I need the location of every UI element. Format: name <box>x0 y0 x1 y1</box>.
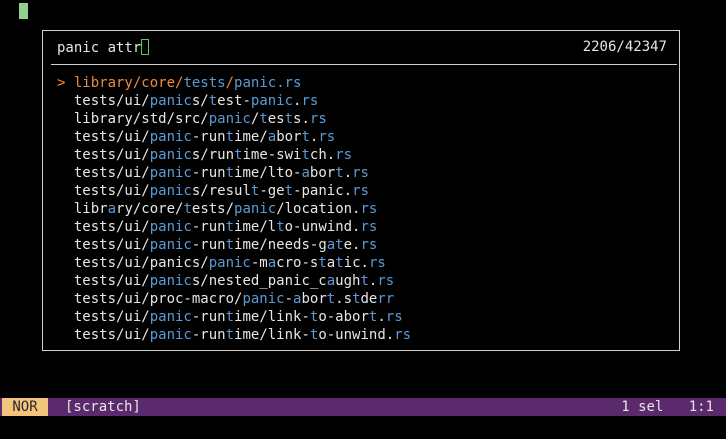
picker-divider <box>51 64 677 65</box>
selection-marker <box>57 183 74 199</box>
result-path: tests/ui/panics/test-panic.rs <box>73 93 319 109</box>
match-count: 2206/42347 <box>582 39 667 55</box>
selection-count: 1 sel <box>621 399 664 415</box>
search-input[interactable]: panic attr <box>57 38 150 56</box>
result-path: tests/ui/panics/nested_panic_caught.rs <box>73 273 395 289</box>
picker-query-text: panic attr <box>57 39 142 56</box>
selection-marker <box>57 237 74 253</box>
selection-marker <box>57 255 74 271</box>
results-list[interactable]: > library/core/tests/panic.rs tests/ui/p… <box>57 74 669 344</box>
selection-marker <box>57 147 74 163</box>
result-item[interactable]: tests/ui/proc-macro/panic-abort.stderr <box>57 290 669 308</box>
result-path: tests/ui/panic-runtime/lto-unwind.rs <box>73 219 378 235</box>
mode-indicator: NOR <box>2 398 48 416</box>
result-path: tests/ui/panics/panic-macro-static.rs <box>73 255 386 271</box>
file-picker[interactable]: panic attr 2206/42347 > library/core/tes… <box>42 30 680 351</box>
result-path: tests/ui/panic-runtime/needs-gate.rs <box>73 237 378 253</box>
result-item[interactable]: library/std/src/panic/tests.rs <box>57 110 669 128</box>
selection-marker <box>57 219 74 235</box>
result-path: tests/ui/panic-runtime/lto-abort.rs <box>73 165 369 181</box>
result-item[interactable]: > library/core/tests/panic.rs <box>57 74 669 92</box>
result-item[interactable]: tests/ui/panics/result-get-panic.rs <box>57 182 669 200</box>
result-path: library/core/tests/panic/location.rs <box>73 201 378 217</box>
result-item[interactable]: library/core/tests/panic/location.rs <box>57 200 669 218</box>
result-item[interactable]: tests/ui/panics/runtime-switch.rs <box>57 146 669 164</box>
result-item[interactable]: tests/ui/panics/panic-macro-static.rs <box>57 254 669 272</box>
selection-marker <box>57 93 74 109</box>
result-path: tests/ui/proc-macro/panic-abort.stderr <box>73 291 395 307</box>
result-path: tests/ui/panic-runtime/link-to-abort.rs <box>73 309 403 325</box>
result-item[interactable]: tests/ui/panic-runtime/link-to-unwind.rs <box>57 326 669 344</box>
status-right: 1 sel 1:1 <box>621 398 714 416</box>
editor-cursor <box>19 3 28 19</box>
result-path: tests/ui/panics/runtime-switch.rs <box>73 147 353 163</box>
result-item[interactable]: tests/ui/panics/test-panic.rs <box>57 92 669 110</box>
picker-query-row[interactable]: panic attr 2206/42347 <box>57 38 667 56</box>
selection-marker: > <box>57 75 74 91</box>
result-path: tests/ui/panic-runtime/abort.rs <box>73 129 336 145</box>
buffer-name: [scratch] <box>65 399 141 415</box>
result-path: tests/ui/panic-runtime/link-to-unwind.rs <box>73 327 412 343</box>
selection-marker <box>57 291 74 307</box>
selection-marker <box>57 327 74 343</box>
result-item[interactable]: tests/ui/panic-runtime/lto-abort.rs <box>57 164 669 182</box>
selection-marker <box>57 165 74 181</box>
selection-marker <box>57 201 74 217</box>
cursor-position: 1:1 <box>688 399 714 415</box>
selection-marker <box>57 111 74 127</box>
result-path: tests/ui/panics/result-get-panic.rs <box>73 183 369 199</box>
result-path: library/std/src/panic/tests.rs <box>73 111 327 127</box>
result-item[interactable]: tests/ui/panic-runtime/abort.rs <box>57 128 669 146</box>
selection-marker <box>57 273 74 289</box>
selection-marker <box>57 309 74 325</box>
text-caret <box>141 38 150 55</box>
result-path: library/core/tests/panic.rs <box>73 75 302 91</box>
statusline: NOR [scratch] 1 sel 1:1 <box>0 398 726 416</box>
result-item[interactable]: tests/ui/panic-runtime/needs-gate.rs <box>57 236 669 254</box>
selection-marker <box>57 129 74 145</box>
result-item[interactable]: tests/ui/panic-runtime/lto-unwind.rs <box>57 218 669 236</box>
result-item[interactable]: tests/ui/panics/nested_panic_caught.rs <box>57 272 669 290</box>
result-item[interactable]: tests/ui/panic-runtime/link-to-abort.rs <box>57 308 669 326</box>
